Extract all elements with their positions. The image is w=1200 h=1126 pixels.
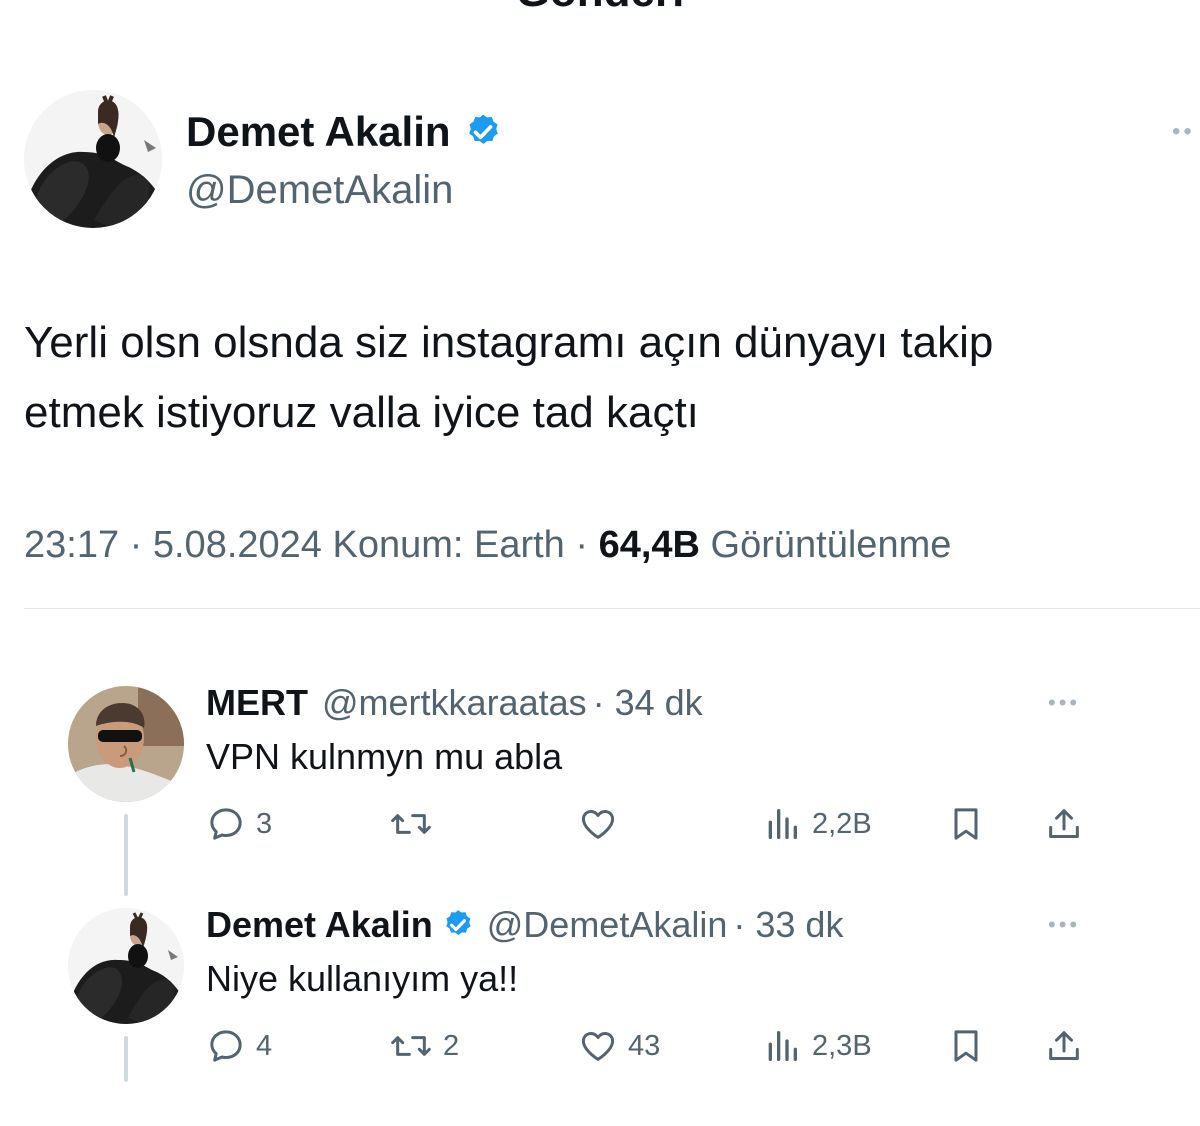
tweet-meta: 23:17 · 5.08.2024 Konum: Earth · 64,4B G…: [24, 520, 951, 570]
reply-header: Demet Akalin @DemetAkalin · 33 dk: [206, 904, 843, 946]
thread-line: [124, 1036, 128, 1082]
reply-header: MERT @mertkkaraatas · 34 dk: [206, 682, 703, 724]
share-icon: [1049, 809, 1079, 838]
repost-icon: [391, 1036, 431, 1056]
bookmark-button[interactable]: [946, 804, 986, 844]
reply-author-name[interactable]: MERT: [206, 682, 308, 724]
reply-text: VPN kulnmyn mu abla: [206, 736, 563, 777]
tweet-text-line-1: Yerli olsn olsnda siz instagramı açın dü…: [24, 318, 994, 367]
reply-views-count: 2,3B: [812, 1030, 872, 1062]
repost-button[interactable]: 2: [389, 1026, 459, 1066]
analytics-icon: [768, 1031, 797, 1061]
like-button[interactable]: 43: [578, 1026, 660, 1066]
reply-avatar[interactable]: [68, 686, 184, 802]
comment-icon: [210, 1030, 242, 1062]
more-dots-icon[interactable]: •••: [1048, 690, 1080, 716]
page-title: Gönderi: [0, 0, 1200, 14]
tweet-timestamp[interactable]: 23:17 · 5.08.2024 Konum: Earth ·: [24, 524, 599, 566]
author-handle[interactable]: @DemetAkalin: [186, 166, 453, 214]
reply-age[interactable]: · 34 dk: [593, 682, 703, 724]
author-name-row: Demet Akalin: [186, 108, 503, 156]
heart-icon: [581, 1032, 615, 1061]
views-button[interactable]: 2,2B: [762, 804, 872, 844]
more-dots-icon[interactable]: ••: [1172, 118, 1195, 146]
tweet-text-line-2: etmek istiyoruz valla iyice tad kaçtı: [24, 388, 699, 437]
bookmark-button[interactable]: [946, 1026, 986, 1066]
reply-age[interactable]: · 33 dk: [733, 904, 843, 946]
share-button[interactable]: [1044, 804, 1084, 844]
reply-count: 3: [256, 808, 273, 840]
analytics-icon: [768, 809, 797, 839]
views-button[interactable]: 2,3B: [762, 1026, 872, 1066]
tweet-text: Yerli olsn olsnda siz instagramı açın dü…: [24, 308, 1184, 448]
reply-text: Niye kullanıyım ya!!: [206, 958, 519, 999]
verified-badge-icon: [468, 114, 498, 144]
reply-author-handle[interactable]: @mertkkaraatas: [322, 682, 587, 724]
like-count: 43: [628, 1030, 661, 1062]
reply-author-name[interactable]: Demet Akalin: [206, 904, 433, 946]
thread-line: [124, 814, 128, 896]
reply-avatar[interactable]: [68, 908, 184, 1024]
views-label: Görüntülenme: [700, 524, 952, 566]
reply-button[interactable]: 4: [206, 1026, 272, 1066]
heart-icon: [581, 810, 615, 839]
share-button[interactable]: [1044, 1026, 1084, 1066]
reply-author-handle[interactable]: @DemetAkalin: [487, 904, 728, 946]
reply-button[interactable]: 3: [206, 804, 272, 844]
bookmark-icon: [954, 808, 978, 840]
like-button[interactable]: [578, 804, 628, 844]
more-dots-icon[interactable]: •••: [1048, 912, 1080, 938]
reply-views-count: 2,2B: [812, 808, 872, 840]
divider: [24, 608, 1200, 609]
repost-icon: [391, 814, 431, 834]
replies-card: MERT @mertkkaraatas · 34 dk ••• VPN kuln…: [44, 668, 1112, 1086]
views-count: 64,4B: [598, 524, 700, 566]
reply-count: 4: [256, 1030, 273, 1062]
repost-count: 2: [443, 1030, 460, 1062]
author-avatar[interactable]: [24, 90, 162, 228]
comment-icon: [210, 808, 242, 840]
author-name[interactable]: Demet Akalin: [186, 108, 451, 156]
repost-button[interactable]: [389, 804, 443, 844]
verified-badge-icon: [445, 910, 471, 936]
share-icon: [1049, 1031, 1079, 1060]
bookmark-icon: [954, 1030, 978, 1062]
